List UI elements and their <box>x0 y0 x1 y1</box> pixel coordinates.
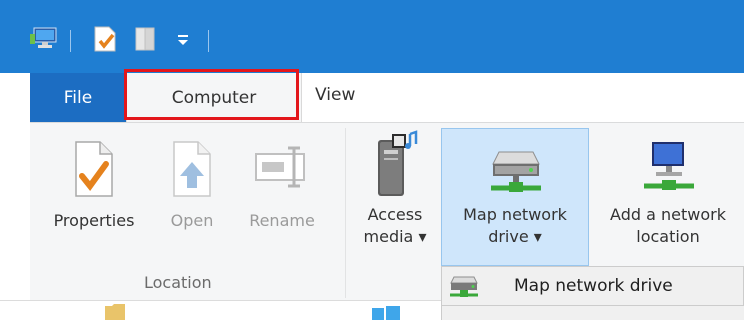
toolbar-separator <box>208 30 209 52</box>
map-network-drive-content[interactable]: Map network drive ▾ <box>441 138 589 248</box>
open-button[interactable]: Open <box>152 140 232 232</box>
computer-icon <box>30 26 60 55</box>
properties-large-icon <box>40 140 148 204</box>
map-drive-menu-icon <box>448 274 480 298</box>
properties-button[interactable]: Properties <box>40 140 148 232</box>
window-edge <box>0 122 30 320</box>
access-media-label-line2: media ▾ <box>363 227 427 246</box>
rename-large-icon <box>234 140 330 204</box>
dropdown-continuation <box>441 306 744 320</box>
properties-label: Properties <box>53 211 135 230</box>
new-folder-icon[interactable] <box>132 26 158 57</box>
rename-button[interactable]: Rename <box>234 140 330 232</box>
add-network-location-button[interactable]: Add a network location <box>592 138 744 248</box>
network-drive-icon <box>441 138 589 204</box>
tab-view[interactable]: View <box>315 85 355 105</box>
menu-item-map-network-drive[interactable]: Map network drive <box>514 276 673 296</box>
open-label: Open <box>170 211 214 230</box>
map-network-drive-label-line1: Map network <box>463 205 567 224</box>
add-network-location-label-line2: location <box>636 227 700 246</box>
map-network-drive-label-line2: drive ▾ <box>488 227 542 246</box>
rename-label: Rename <box>249 211 315 230</box>
access-media-label-line1: Access <box>367 205 423 224</box>
network-location-icon <box>592 138 744 204</box>
access-media-button[interactable]: Access media ▾ <box>352 130 438 248</box>
customize-toolbar-icon[interactable] <box>176 32 190 52</box>
title-bar <box>0 0 744 73</box>
properties-icon[interactable] <box>92 26 118 57</box>
tab-computer[interactable]: Computer <box>126 73 302 122</box>
map-network-drive-menu: Map network drive <box>441 266 744 306</box>
folder-icon <box>104 302 126 325</box>
open-large-icon <box>152 140 232 204</box>
media-server-icon <box>352 130 438 204</box>
location-group-label: Location <box>144 273 212 292</box>
windows-icon <box>372 304 402 325</box>
group-separator <box>345 128 346 298</box>
toolbar-separator <box>70 30 71 52</box>
add-network-location-label-line1: Add a network <box>610 205 726 224</box>
tab-file[interactable]: File <box>30 73 126 122</box>
